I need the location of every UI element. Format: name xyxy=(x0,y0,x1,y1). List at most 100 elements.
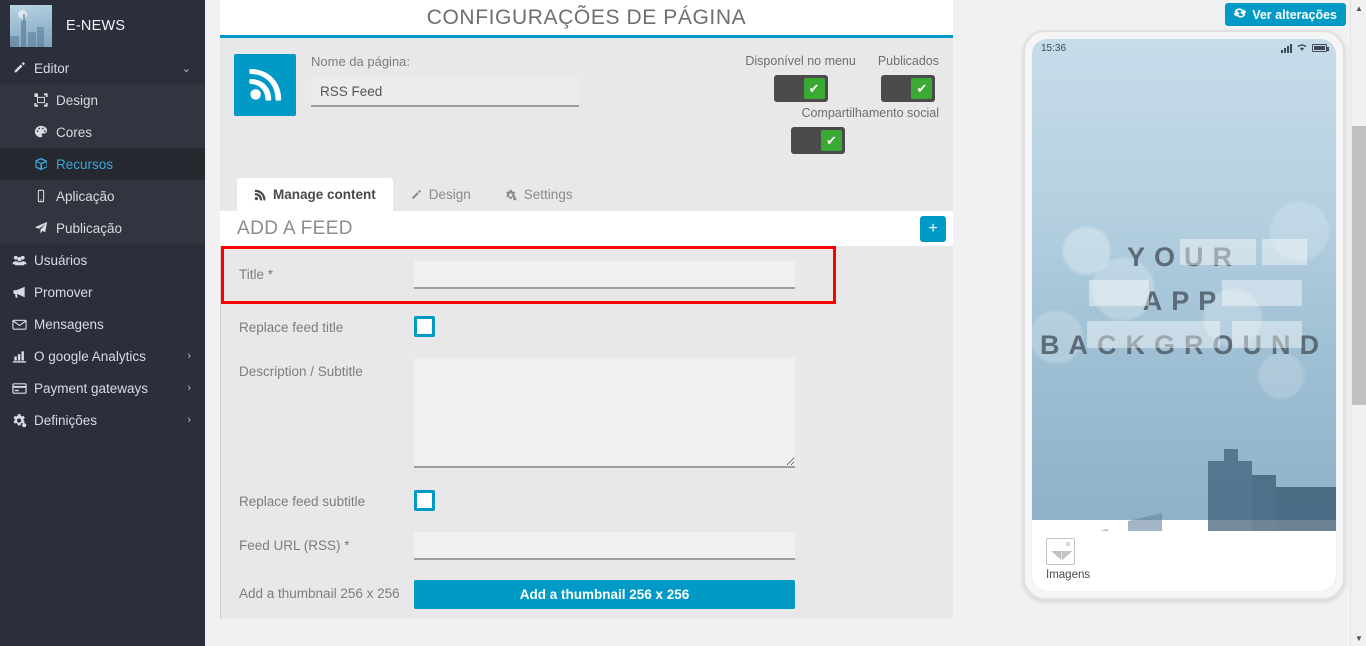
feed-url-input[interactable] xyxy=(414,532,795,560)
status-indicators xyxy=(1281,42,1329,55)
gears-icon-tab xyxy=(505,189,517,201)
battery-icon xyxy=(1312,44,1329,52)
replace-feed-subtitle-checkbox[interactable] xyxy=(414,490,435,511)
sidebar-item-mensagens[interactable]: Mensagens xyxy=(0,308,205,340)
sidebar-item-label-aplicacao: Aplicação xyxy=(56,188,115,204)
placeholder-block-3 xyxy=(1089,280,1149,306)
sidebar-item-label-payment-gateways: Payment gateways xyxy=(34,380,149,396)
scroll-up-arrow-icon[interactable]: ▲ xyxy=(1351,0,1366,16)
placeholder-block-5 xyxy=(1087,321,1220,348)
thumb-building-2 xyxy=(37,27,44,47)
page-name-label: Nome da página: xyxy=(311,54,411,69)
field-row-description: Description / Subtitle xyxy=(221,348,953,478)
sidebar-item-editor[interactable]: Editor ⌄ xyxy=(0,52,205,84)
sidebar-item-design[interactable]: Design xyxy=(0,84,205,116)
users-icon xyxy=(12,253,34,268)
footer-item-label: Imagens xyxy=(1046,569,1091,581)
envelope-icon xyxy=(12,317,34,332)
image-icon[interactable] xyxy=(1046,538,1075,565)
sidebar-item-label-google-analytics: O google Analytics xyxy=(34,348,146,364)
tab-settings[interactable]: Settings xyxy=(488,178,590,211)
placeholder-block-6 xyxy=(1232,321,1302,348)
mobile-icon xyxy=(34,189,56,203)
feed-form: Title * Replace feed title Description /… xyxy=(220,246,953,619)
ver-alteracoes-button[interactable]: Ver alterações xyxy=(1225,3,1346,26)
brand-name: E-NEWS xyxy=(66,18,126,34)
tab-design[interactable]: Design xyxy=(393,178,488,211)
placeholder-block-4 xyxy=(1222,280,1302,306)
toggles-row: Disponível no menu ✔ Publicados ✔ xyxy=(719,54,939,102)
sidebar-item-label-recursos: Recursos xyxy=(56,156,114,172)
sidebar-item-payment-gateways[interactable]: Payment gateways › xyxy=(0,372,205,404)
scrollbar-thumb[interactable] xyxy=(1352,126,1366,405)
page-info-row: Nome da página: Disponível no menu ✔ xyxy=(220,38,953,178)
sidebar-item-label-usuarios: Usuários xyxy=(34,252,88,268)
sidebar-item-definicoes[interactable]: Definições › xyxy=(0,404,205,436)
image-icon-mountain xyxy=(1051,551,1072,560)
field-label-replace-feed-subtitle: Replace feed subtitle xyxy=(239,494,366,509)
add-thumbnail-button[interactable]: Add a thumbnail 256 x 256 xyxy=(414,580,795,609)
field-row-thumbnail: Add a thumbnail 256 x 256 Add a thumbnai… xyxy=(221,570,953,619)
toggle-switch-published[interactable]: ✔ xyxy=(881,75,936,102)
sidebar-item-label-publicacao: Publicação xyxy=(56,220,123,236)
field-row-replace-feed-subtitle: Replace feed subtitle xyxy=(221,478,953,522)
paper-plane-icon xyxy=(34,221,56,235)
page-scrollbar[interactable]: ▲ ▼ xyxy=(1350,0,1366,646)
toggle-switch-social-sharing[interactable]: ✔ xyxy=(791,127,845,154)
pencil-icon-tab xyxy=(410,189,422,201)
check-icon-available: ✔ xyxy=(803,78,825,99)
main-content: CONFIGURAÇÕES DE PÁGINA Nome da página: xyxy=(205,0,1366,646)
tab-bar: Manage content Design Settings xyxy=(220,178,953,211)
replace-feed-title-checkbox[interactable] xyxy=(414,316,435,337)
page-settings-panel: CONFIGURAÇÕES DE PÁGINA Nome da página: xyxy=(220,0,953,619)
ver-alteracoes-label: Ver alterações xyxy=(1252,7,1337,22)
phone-frame: YOUR APP BACKGROUND 15:36 Imagens xyxy=(1023,30,1345,600)
chevron-right-icon-payment-gateways: › xyxy=(187,382,191,394)
wifi-icon xyxy=(1296,42,1308,55)
tab-label-design: Design xyxy=(428,187,471,202)
rss-icon-tab xyxy=(254,189,266,201)
page-name-input[interactable] xyxy=(311,77,579,107)
sidebar-item-recursos[interactable]: Recursos xyxy=(0,148,205,180)
phone-footer: Imagens xyxy=(1032,531,1336,591)
chevron-down-icon: ⌄ xyxy=(181,62,191,75)
app-root: E-NEWS Editor ⌄ Design Cores Recursos Ap… xyxy=(0,0,1366,646)
sidebar-item-aplicacao[interactable]: Aplicação xyxy=(0,180,205,212)
sidebar-item-google-analytics[interactable]: O google Analytics › xyxy=(0,340,205,372)
brand: E-NEWS xyxy=(0,0,205,52)
field-row-feed-url: Feed URL (RSS) * xyxy=(221,522,953,570)
description-textarea[interactable] xyxy=(414,358,795,468)
megaphone-icon xyxy=(12,285,34,300)
thumb-building-3 xyxy=(10,36,19,47)
sidebar-mainnav: Usuários Promover Mensagens O google Ana… xyxy=(0,244,205,436)
field-label-thumbnail: Add a thumbnail 256 x 256 xyxy=(239,586,400,601)
sidebar-item-publicacao[interactable]: Publicação xyxy=(0,212,205,244)
bar-chart-icon xyxy=(12,349,34,364)
sidebar-item-usuarios[interactable]: Usuários xyxy=(0,244,205,276)
toggle-switch-available-in-menu[interactable]: ✔ xyxy=(773,75,828,102)
scroll-down-arrow-icon[interactable]: ▼ xyxy=(1351,630,1366,646)
add-feed-button[interactable]: + xyxy=(920,215,946,242)
sidebar-item-promover[interactable]: Promover xyxy=(0,276,205,308)
sidebar-subnav: Design Cores Recursos Aplicação Publicaç… xyxy=(0,84,205,244)
thumb-building-1 xyxy=(28,32,36,47)
title-input[interactable] xyxy=(414,261,795,289)
tab-manage-content[interactable]: Manage content xyxy=(237,178,393,211)
sidebar-item-label-design: Design xyxy=(56,92,99,108)
app-thumbnail xyxy=(10,5,52,47)
page-name-group: Nome da página: xyxy=(311,54,579,107)
field-label-title: Title * xyxy=(239,267,274,282)
status-time: 15:36 xyxy=(1041,42,1067,54)
sidebar-item-cores[interactable]: Cores xyxy=(0,116,205,148)
placeholder-block-1 xyxy=(1180,239,1256,265)
sidebar-item-label-editor: Editor xyxy=(34,60,70,76)
sidebar-item-label-definicoes: Definições xyxy=(34,412,98,428)
chevron-right-icon-definicoes: › xyxy=(187,414,191,426)
toggles-group: Disponível no menu ✔ Publicados ✔ Compar… xyxy=(719,54,939,154)
field-row-title: Title * xyxy=(221,246,836,304)
toggle-social-wrap: ✔ xyxy=(719,127,939,154)
design-icon xyxy=(34,93,56,107)
feed-section-header: ADD A FEED + xyxy=(220,211,953,246)
toggle-social-sharing: Compartilhamento social ✔ xyxy=(719,106,939,154)
toggle-label-available-in-menu: Disponível no menu xyxy=(745,54,856,68)
